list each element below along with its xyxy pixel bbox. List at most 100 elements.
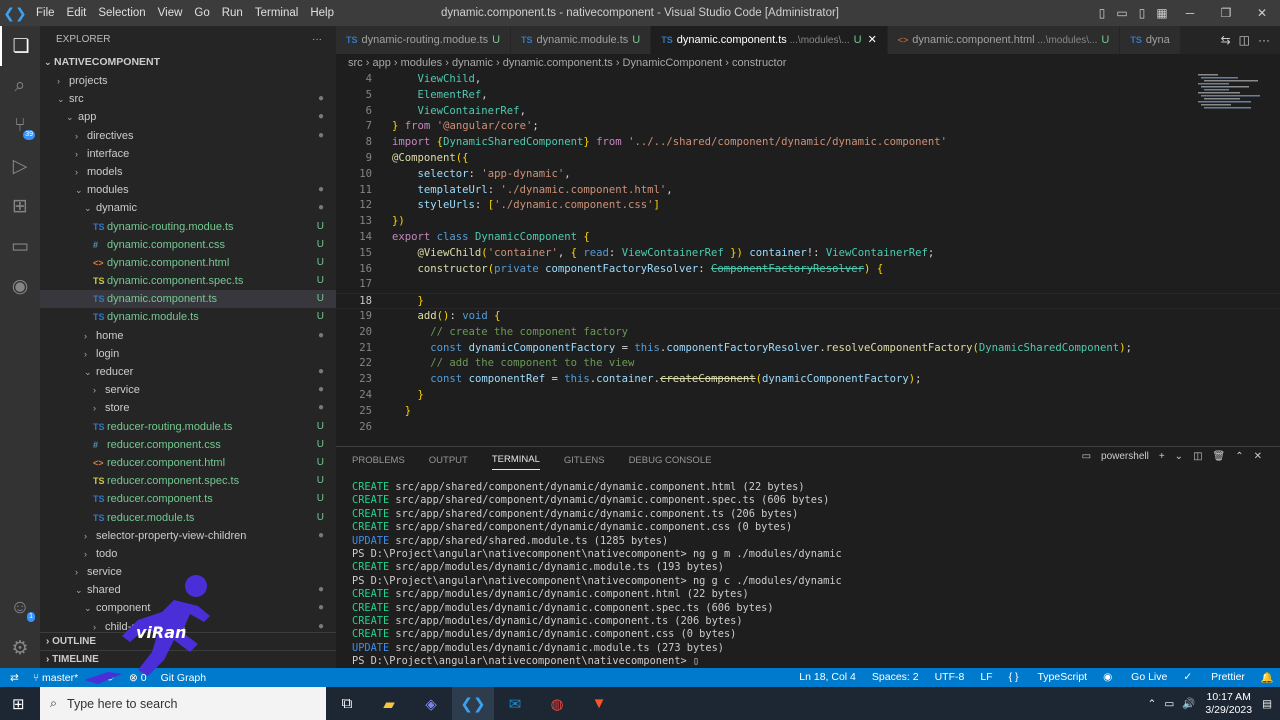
folder-item[interactable]: ⌄ src ● <box>40 90 336 108</box>
prettier-status[interactable]: ✓ Prettier <box>1183 671 1245 684</box>
folder-item[interactable]: ⌄ app ● <box>40 108 336 126</box>
explorer-icon[interactable]: ❏ <box>0 26 40 66</box>
close-panel-icon[interactable]: ✕ <box>1254 451 1262 462</box>
close-tab-icon[interactable]: ✕ <box>868 34 877 46</box>
run-debug-icon[interactable]: ▷ <box>0 146 40 186</box>
source-control-icon[interactable]: ⑂ 39 <box>0 106 40 146</box>
compare-changes-icon[interactable]: ⇆ <box>1221 33 1231 47</box>
breadcrumb-item[interactable]: dynamic <box>452 57 493 69</box>
code-line[interactable]: 7} from '@angular/core'; <box>336 119 1280 135</box>
go-live-status[interactable]: ◉ Go Live <box>1103 671 1167 684</box>
code-line[interactable]: 11 templateUrl: './dynamic.component.htm… <box>336 183 1280 199</box>
remote-icon[interactable]: ⇄ <box>10 672 19 684</box>
folder-item[interactable]: ⌄ dynamic ● <box>40 199 336 217</box>
panel-tab-problems[interactable]: PROBLEMS <box>352 451 405 470</box>
menu-item-view[interactable]: View <box>152 0 189 26</box>
workspace-root[interactable]: ⌄ NATIVECOMPONENT <box>40 52 336 72</box>
code-line[interactable]: 10 selector: 'app-dynamic', <box>336 167 1280 183</box>
panel-tab-terminal[interactable]: TERMINAL <box>491 450 540 470</box>
minimize-button[interactable]: ─ <box>1172 6 1208 20</box>
breadcrumb-item[interactable]: dynamic.component.ts <box>503 57 613 69</box>
outlook-icon[interactable]: ✉ <box>494 687 536 720</box>
folder-item[interactable]: › login <box>40 345 336 363</box>
kill-terminal-icon[interactable]: 🗑 <box>1213 451 1226 462</box>
menu-item-selection[interactable]: Selection <box>92 0 151 26</box>
code-line[interactable]: 18 } <box>336 293 1280 309</box>
folder-item[interactable]: › interface <box>40 145 336 163</box>
editor-tab[interactable]: TS dyna <box>1120 26 1181 54</box>
notification-center-icon[interactable]: ▤ <box>1262 698 1272 710</box>
menu-item-file[interactable]: File <box>30 0 61 26</box>
code-line[interactable]: 19 add(): void { <box>336 309 1280 325</box>
code-line[interactable]: 12 styleUrls: ['./dynamic.component.css'… <box>336 198 1280 214</box>
editor-tab[interactable]: TS dynamic.module.ts U <box>511 26 652 54</box>
code-line[interactable]: 26 <box>336 420 1280 436</box>
file-item[interactable]: <> dynamic.component.html U <box>40 254 336 272</box>
code-line[interactable]: 21 const dynamicComponentFactory = this.… <box>336 341 1280 357</box>
code-line[interactable]: 13}) <box>336 214 1280 230</box>
line-ending[interactable]: LF <box>980 671 992 684</box>
menu-item-run[interactable]: Run <box>216 0 249 26</box>
account-icon[interactable]: ☺ 1 <box>0 588 40 628</box>
teams-icon[interactable]: ◈ <box>410 687 452 720</box>
terminal-output[interactable]: CREATE src/app/shared/component/dynamic/… <box>352 481 842 668</box>
layout-toggle-sidebar-icon[interactable]: ▯ <box>1092 6 1112 20</box>
minimap[interactable] <box>1194 72 1264 112</box>
folder-item[interactable]: › selector-property-view-children ● <box>40 527 336 545</box>
remote-explorer-icon[interactable]: ▭ <box>0 226 40 266</box>
search-icon[interactable]: ⌕ <box>0 66 40 106</box>
menu-item-edit[interactable]: Edit <box>61 0 93 26</box>
file-item[interactable]: TS dynamic.component.ts U <box>40 290 336 309</box>
code-line[interactable]: 20 // create the component factory <box>336 325 1280 341</box>
breadcrumb-item[interactable]: modules <box>401 57 443 69</box>
clock[interactable]: 10:17 AM 3/29/2023 <box>1205 691 1252 717</box>
editor-more-icon[interactable]: ··· <box>1258 33 1270 47</box>
code-line[interactable]: 15 @ViewChild('container', { read: ViewC… <box>336 246 1280 262</box>
new-terminal-icon[interactable]: + <box>1159 451 1165 462</box>
code-line[interactable]: 6 ViewContainerRef, <box>336 104 1280 120</box>
code-line[interactable]: 8 import {DynamicSharedComponent} from '.… <box>336 135 1280 151</box>
gitlens-icon[interactable]: ◉ <box>0 266 40 306</box>
menu-item-terminal[interactable]: Terminal <box>249 0 304 26</box>
notifications-icon[interactable]: 🔔 <box>1261 671 1274 684</box>
extensions-icon[interactable]: ⊞ <box>0 186 40 226</box>
file-item[interactable]: TS reducer-routing.module.ts U <box>40 418 336 436</box>
code-line[interactable]: 17 <box>336 277 1280 293</box>
breadcrumb-item[interactable]: src <box>348 57 363 69</box>
chevron-down-icon[interactable]: ⌄ <box>1175 451 1183 462</box>
folder-item[interactable]: › service ● <box>40 381 336 399</box>
menu-item-help[interactable]: Help <box>304 0 340 26</box>
customize-layout-icon[interactable]: ▦ <box>1152 6 1172 20</box>
editor-tab[interactable]: TS dynamic-routing.modue.ts U <box>336 26 512 54</box>
code-editor[interactable]: 4 ViewChild, 5 ElementRef, 6 ViewContainer… <box>336 72 1280 442</box>
breadcrumb-item[interactable]: DynamicComponent <box>623 57 723 69</box>
chrome-icon[interactable]: ◍ <box>536 687 578 720</box>
vscode-taskbar-icon[interactable]: ❮❯ <box>452 687 494 720</box>
panel-tab-gitlens[interactable]: GITLENS <box>564 451 605 470</box>
code-line[interactable]: 5 ElementRef, <box>336 88 1280 104</box>
panel-tab-debug-console[interactable]: DEBUG CONSOLE <box>629 451 712 470</box>
code-line[interactable]: 4 ViewChild, <box>336 72 1280 88</box>
editor-tab[interactable]: <> dynamic.component.html ...\modules\...… <box>887 26 1121 54</box>
code-line[interactable]: 23 const componentRef = this.container.c… <box>336 372 1280 388</box>
code-line[interactable]: 25 } <box>336 404 1280 420</box>
menu-item-go[interactable]: Go <box>188 0 215 26</box>
folder-item[interactable]: › todo <box>40 545 336 563</box>
folder-item[interactable]: ⌄ modules ● <box>40 181 336 199</box>
code-line[interactable]: 14 export class DynamicComponent { <box>336 230 1280 246</box>
folder-item[interactable]: › store ● <box>40 399 336 417</box>
layout-toggle-secondary-icon[interactable]: ▯ <box>1132 6 1152 20</box>
file-item[interactable]: TS dynamic.component.spec.ts U <box>40 272 336 290</box>
code-line[interactable]: 22 // add the component to the view <box>336 356 1280 372</box>
file-item[interactable]: # reducer.component.css U <box>40 436 336 454</box>
file-item[interactable]: TS reducer.module.ts U <box>40 509 336 527</box>
code-line[interactable]: 16 constructor(private componentFactoryR… <box>336 262 1280 278</box>
file-item[interactable]: <> reducer.component.html U <box>40 454 336 472</box>
editor-tab[interactable]: TS dynamic.component.ts ...\modules\... U ✕ <box>651 26 888 54</box>
tray-chevron-icon[interactable]: ⌃ <box>1148 698 1157 710</box>
volume-icon[interactable]: 🔊 <box>1182 697 1195 710</box>
file-item[interactable]: TS reducer.component.ts U <box>40 490 336 508</box>
cursor-position[interactable]: Ln 18, Col 4 <box>799 671 856 684</box>
split-editor-icon[interactable]: ◫ <box>1239 33 1250 47</box>
code-line[interactable]: 9 @Component({ <box>336 151 1280 167</box>
